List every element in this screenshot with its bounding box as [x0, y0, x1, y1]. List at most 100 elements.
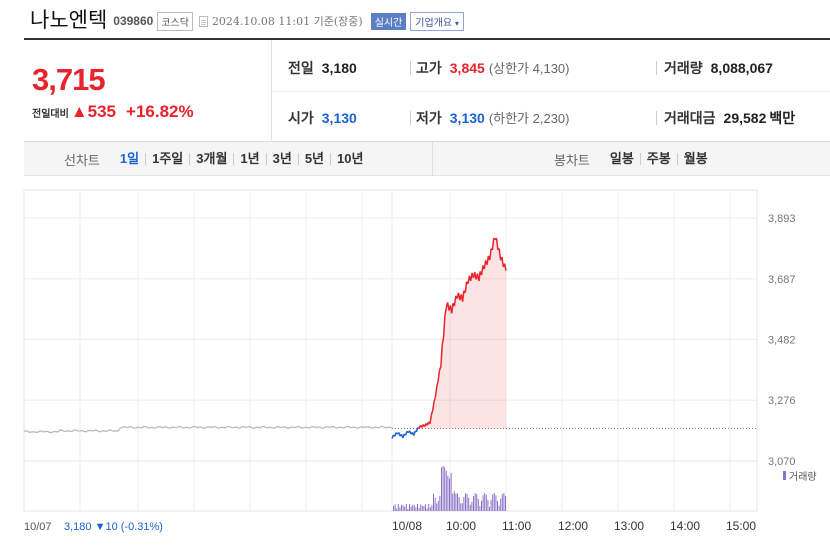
volume-bar	[485, 494, 487, 511]
quote-panel: 3,715 전일대비 ▲ 535 +16.82% 전일 3,180 고가 3,8…	[24, 38, 830, 142]
volume-bar	[473, 496, 474, 511]
volume-bar	[402, 505, 404, 511]
volume-bar	[460, 503, 462, 511]
volume-bar	[436, 503, 438, 511]
volume-bar	[449, 478, 450, 511]
high-value: 3,845	[449, 60, 485, 76]
realtime-button[interactable]: 실시간	[370, 12, 407, 30]
prev-close: 전일 3,180	[288, 58, 357, 78]
period-3y[interactable]: 3년	[265, 152, 298, 165]
price-chart[interactable]: 3,893 3,687 3,482 3,276 3,070 거래량 10/07 3,180…	[0, 178, 830, 549]
volume: 거래량 8,088,067	[664, 58, 773, 78]
volume-bar	[457, 493, 458, 511]
y-tick-label: 3,482	[768, 334, 796, 346]
document-icon[interactable]	[198, 15, 208, 27]
chart-grid	[23, 189, 758, 462]
amount-value: 29,582	[723, 110, 767, 126]
volume-bar	[487, 499, 489, 511]
volume-bar	[401, 504, 402, 511]
open-label: 시가	[288, 110, 314, 126]
volume-bar	[439, 495, 441, 511]
volume-bar	[429, 507, 431, 511]
volume-bar	[477, 498, 479, 511]
volume-bar	[425, 504, 426, 511]
divider	[656, 61, 657, 75]
volume-bar	[471, 501, 473, 511]
volume-bar	[468, 497, 470, 511]
volume-bar	[481, 500, 482, 511]
volume-bar	[444, 467, 446, 511]
volume-bar	[426, 508, 428, 511]
volume-bar	[466, 493, 468, 511]
volume-bar	[404, 506, 406, 511]
company-info-dropdown[interactable]: 기업개요 ▾	[410, 11, 464, 31]
change-label: 전일대비	[32, 108, 69, 120]
volume-bar	[415, 507, 417, 511]
high-price: 고가 3,845 (상한가 4,130)	[416, 58, 570, 78]
period-1w[interactable]: 1주일	[145, 152, 189, 165]
volume-bar	[492, 494, 494, 511]
x-tick-label: 10:00	[446, 519, 476, 533]
period-1d[interactable]: 1일	[114, 152, 145, 165]
period-monthly[interactable]: 월봉	[676, 152, 714, 165]
company-info-label: 기업개요	[415, 17, 453, 29]
volume-bar	[428, 504, 430, 511]
x-tick-label: 14:00	[670, 519, 700, 533]
y-tick-label: 3,893	[768, 213, 796, 225]
divider	[432, 142, 433, 176]
x-tick-label: 15:00	[726, 519, 756, 533]
volume-bar	[407, 508, 409, 511]
period-5y[interactable]: 5년	[297, 152, 330, 165]
current-price: 3,715	[32, 62, 106, 97]
stock-header: 나노엔텍 039860 코스닥 2024.10.08 11:01 기준(장중) …	[30, 4, 464, 34]
volume-bar	[463, 496, 465, 511]
market-badge: 코스닥	[157, 11, 193, 31]
change-percent: +16.82%	[126, 102, 194, 121]
volume-bars: 거래량	[23, 460, 817, 512]
change-row: 전일대비 ▲ 535 +16.82%	[32, 102, 194, 122]
volume-bar	[505, 496, 506, 511]
lower-limit: (하한가 2,230)	[488, 111, 570, 126]
volume-bar	[410, 506, 412, 511]
volume-bar	[493, 493, 495, 511]
x-axis-labels: 10/07 3,180 ▼10 (-0.31%) 10/08 10:00 11:00 12…	[24, 519, 756, 533]
low-price: 저가 3,130 (하한가 2,230)	[416, 108, 570, 128]
plot-border	[23, 189, 758, 462]
y-tick-label: 3,070	[768, 456, 796, 468]
volume-bar	[450, 472, 452, 511]
volume-bar	[399, 507, 401, 511]
line-chart-options: 선차트 1일 1주일 3개월 1년 3년 5년 10년	[64, 142, 369, 176]
volume-bar	[501, 494, 503, 511]
volume-bar	[479, 505, 481, 511]
prev-close-label: 전일	[288, 60, 314, 76]
volume-bar	[490, 499, 492, 511]
volume-bar	[461, 503, 463, 511]
volume-bar	[441, 467, 442, 511]
volume-bar	[503, 493, 505, 511]
period-weekly[interactable]: 주봉	[639, 152, 677, 165]
volume-bar	[412, 505, 414, 511]
y-tick-label: 3,276	[768, 395, 796, 407]
line-chart-label: 선차트	[64, 152, 100, 168]
y-tick-label: 3,687	[768, 274, 796, 286]
x-tick-label: 10/08	[392, 519, 422, 533]
prev-close-value: 3,180	[321, 60, 357, 76]
period-1y[interactable]: 1년	[233, 152, 265, 165]
period-10y[interactable]: 10년	[330, 152, 369, 165]
prev-date-label: 10/07	[24, 521, 52, 533]
period-daily[interactable]: 일봉	[604, 152, 640, 165]
period-3m[interactable]: 3개월	[189, 152, 233, 165]
volume-bar	[489, 506, 490, 511]
volume-bar	[397, 504, 399, 511]
volume-bar	[442, 466, 444, 511]
volume-bar	[393, 506, 394, 511]
high-label: 고가	[416, 60, 442, 76]
volume-bar	[405, 504, 407, 511]
x-tick-label: 13:00	[614, 519, 644, 533]
volume-bar	[453, 491, 455, 511]
up-arrow-icon: ▲	[70, 102, 88, 121]
volume-bar	[452, 493, 454, 511]
prev-day-series	[23, 425, 393, 434]
volume-bar	[476, 494, 478, 511]
volume-bar	[418, 508, 420, 511]
